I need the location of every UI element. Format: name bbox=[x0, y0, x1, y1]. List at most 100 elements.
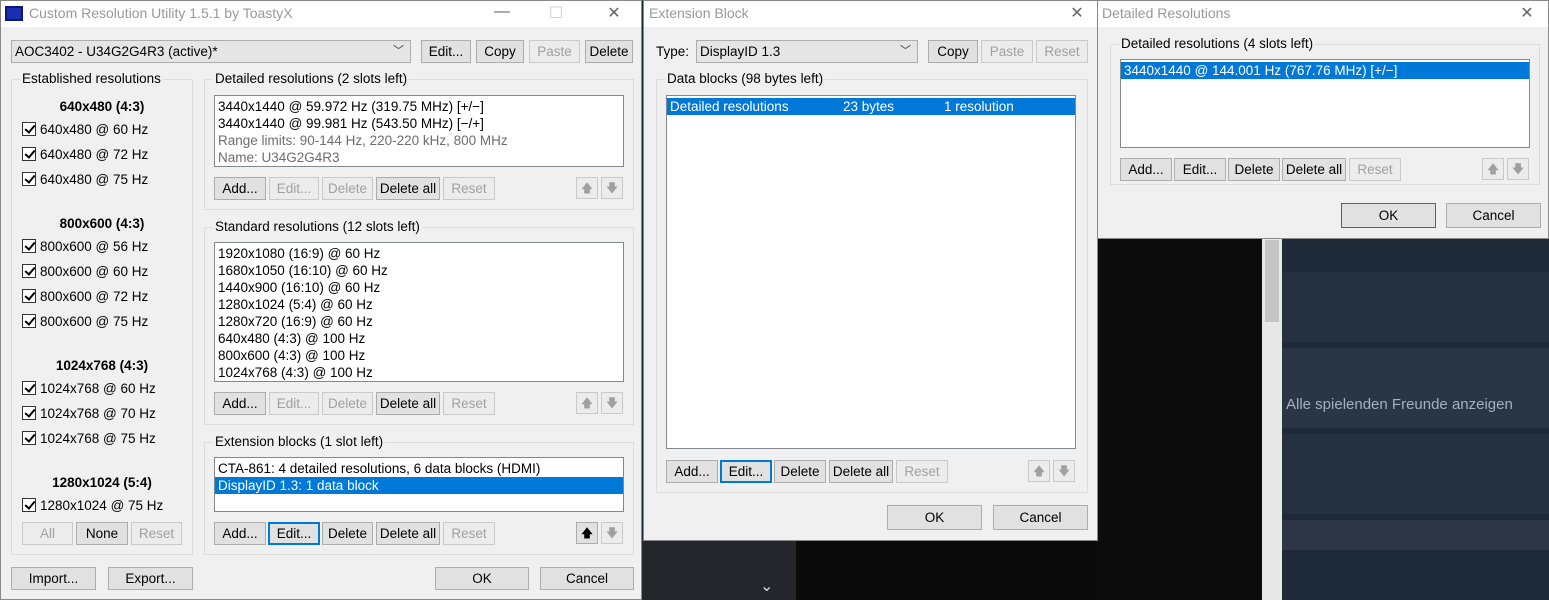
ext-add-button[interactable]: Add... bbox=[666, 460, 718, 483]
close-button[interactable]: ✕ bbox=[1062, 3, 1092, 23]
list-item[interactable]: 800x600 (4:3) @ 100 Hz bbox=[215, 347, 623, 364]
monitor-edit-button[interactable]: Edit... bbox=[421, 40, 471, 63]
monitor-select[interactable]: AOC3402 - U34G2G4R3 (active)* ﹀ bbox=[11, 40, 411, 63]
detailed-resolutions-list[interactable]: 3440x1440 @ 59.972 Hz (319.75 MHz) [+/−]… bbox=[214, 95, 624, 167]
detailed-move-down-button[interactable]: 🡇 bbox=[601, 177, 623, 199]
standard-move-up-button[interactable]: 🡅 bbox=[576, 392, 598, 414]
established-resolution-checkbox[interactable]: 1024x768 @ 70 Hz bbox=[22, 405, 156, 423]
background-scrollbar-thumb[interactable] bbox=[1265, 240, 1279, 322]
checkbox-checked-icon[interactable] bbox=[22, 264, 36, 278]
checkbox-checked-icon[interactable] bbox=[22, 289, 36, 303]
checkbox-checked-icon[interactable] bbox=[22, 239, 36, 253]
det-delete-all-button[interactable]: Delete all bbox=[1282, 158, 1346, 181]
det-add-button[interactable]: Add... bbox=[1120, 158, 1172, 181]
extension-move-up-button[interactable]: 🡅 bbox=[576, 522, 598, 544]
chevron-down-icon[interactable]: ⌄ bbox=[760, 576, 773, 596]
extension-delete-button[interactable]: Delete bbox=[322, 522, 373, 545]
ext-edit-button[interactable]: Edit... bbox=[720, 460, 772, 483]
established-resolution-checkbox[interactable]: 800x600 @ 75 Hz bbox=[22, 313, 148, 331]
established-resolution-checkbox[interactable]: 800x600 @ 72 Hz bbox=[22, 288, 148, 306]
checkbox-checked-icon[interactable] bbox=[22, 172, 36, 186]
established-reset-button[interactable]: Reset bbox=[131, 522, 182, 545]
detailed-add-button[interactable]: Add... bbox=[214, 177, 266, 200]
close-button[interactable]: ✕ bbox=[599, 3, 629, 23]
list-item-selected[interactable]: 3440x1440 @ 144.001 Hz (767.76 MHz) [+/−… bbox=[1121, 62, 1529, 79]
standard-reset-button[interactable]: Reset bbox=[443, 392, 495, 415]
established-resolution-checkbox[interactable]: 640x480 @ 60 Hz bbox=[22, 121, 148, 139]
extension-delete-all-button[interactable]: Delete all bbox=[376, 522, 440, 545]
checkbox-checked-icon[interactable] bbox=[22, 431, 36, 445]
detailed-delete-all-button[interactable]: Delete all bbox=[376, 177, 440, 200]
standard-add-button[interactable]: Add... bbox=[214, 392, 266, 415]
det-detailed-resolutions-list[interactable]: 3440x1440 @ 144.001 Hz (767.76 MHz) [+/−… bbox=[1120, 59, 1530, 148]
detailed-edit-button[interactable]: Edit... bbox=[269, 177, 319, 200]
ext-paste-button[interactable]: Paste bbox=[981, 40, 1033, 63]
det-delete-button[interactable]: Delete bbox=[1228, 158, 1280, 181]
extension-move-down-button[interactable]: 🡇 bbox=[601, 522, 623, 544]
list-item[interactable]: 3440x1440 @ 59.972 Hz (319.75 MHz) [+/−] bbox=[215, 98, 623, 115]
ext-delete-all-button[interactable]: Delete all bbox=[829, 460, 893, 483]
checkbox-checked-icon[interactable] bbox=[22, 498, 36, 512]
det-move-down-button[interactable]: 🡇 bbox=[1507, 158, 1529, 180]
monitor-copy-button[interactable]: Copy bbox=[476, 40, 524, 63]
minimize-button[interactable]: — bbox=[487, 3, 517, 23]
checkbox-checked-icon[interactable] bbox=[22, 314, 36, 328]
extension-add-button[interactable]: Add... bbox=[214, 522, 266, 545]
det-edit-button[interactable]: Edit... bbox=[1174, 158, 1226, 181]
list-item[interactable]: 1280x720 (16:9) @ 60 Hz bbox=[215, 313, 623, 330]
list-item[interactable]: 1280x1024 (5:4) @ 60 Hz bbox=[215, 296, 623, 313]
established-resolution-checkbox[interactable]: 800x600 @ 56 Hz bbox=[22, 238, 148, 256]
checkbox-checked-icon[interactable] bbox=[22, 122, 36, 136]
standard-delete-all-button[interactable]: Delete all bbox=[376, 392, 440, 415]
export-button[interactable]: Export... bbox=[108, 567, 193, 590]
list-item-range-limits[interactable]: Range limits: 90-144 Hz, 220-220 kHz, 80… bbox=[215, 132, 623, 149]
ext-cancel-button[interactable]: Cancel bbox=[993, 505, 1088, 530]
show-all-playing-friends-link[interactable]: Alle spielenden Freunde anzeigen bbox=[1286, 396, 1513, 413]
checkbox-checked-icon[interactable] bbox=[22, 381, 36, 395]
standard-delete-button[interactable]: Delete bbox=[322, 392, 373, 415]
ext-move-up-button[interactable]: 🡅 bbox=[1028, 460, 1050, 482]
ext-move-down-button[interactable]: 🡇 bbox=[1053, 460, 1075, 482]
maximize-button[interactable]: ☐ bbox=[541, 3, 571, 23]
ok-button[interactable]: OK bbox=[435, 567, 529, 590]
list-item-selected[interactable]: DisplayID 1.3: 1 data block bbox=[215, 477, 623, 494]
detailed-reset-button[interactable]: Reset bbox=[443, 177, 495, 200]
data-block-row[interactable]: Detailed resolutions 23 bytes 1 resoluti… bbox=[667, 98, 1075, 115]
det-move-up-button[interactable]: 🡅 bbox=[1482, 158, 1504, 180]
ext-list-reset-button[interactable]: Reset bbox=[896, 460, 948, 483]
det-cancel-button[interactable]: Cancel bbox=[1446, 203, 1541, 228]
ext-delete-button[interactable]: Delete bbox=[774, 460, 826, 483]
det-ok-button[interactable]: OK bbox=[1341, 203, 1436, 228]
ext-ok-button[interactable]: OK bbox=[887, 505, 982, 530]
checkbox-checked-icon[interactable] bbox=[22, 147, 36, 161]
ext-copy-button[interactable]: Copy bbox=[928, 40, 978, 63]
select-none-button[interactable]: None bbox=[76, 522, 128, 545]
type-select[interactable]: DisplayID 1.3 ﹀ bbox=[696, 40, 918, 63]
detailed-move-up-button[interactable]: 🡅 bbox=[576, 177, 598, 199]
established-resolution-checkbox[interactable]: 1024x768 @ 75 Hz bbox=[22, 430, 156, 448]
established-resolution-checkbox[interactable]: 640x480 @ 72 Hz bbox=[22, 146, 148, 164]
extension-edit-button[interactable]: Edit... bbox=[268, 522, 320, 545]
list-item[interactable]: 3440x1440 @ 99.981 Hz (543.50 MHz) [−/+] bbox=[215, 115, 623, 132]
established-resolution-checkbox[interactable]: 1280x1024 @ 75 Hz bbox=[22, 497, 163, 515]
list-item[interactable]: 1024x768 (4:3) @ 100 Hz bbox=[215, 364, 623, 381]
monitor-paste-button[interactable]: Paste bbox=[529, 40, 580, 63]
list-item[interactable]: 1920x1080 (16:9) @ 60 Hz bbox=[215, 245, 623, 262]
extension-blocks-list[interactable]: CTA-861: 4 detailed resolutions, 6 data … bbox=[214, 457, 624, 512]
list-item[interactable]: 1680x1050 (16:10) @ 60 Hz bbox=[215, 262, 623, 279]
established-resolution-checkbox[interactable]: 1024x768 @ 60 Hz bbox=[22, 380, 156, 398]
cancel-button[interactable]: Cancel bbox=[540, 567, 634, 590]
standard-edit-button[interactable]: Edit... bbox=[269, 392, 319, 415]
established-resolution-checkbox[interactable]: 640x480 @ 75 Hz bbox=[22, 171, 148, 189]
close-button[interactable]: ✕ bbox=[1512, 3, 1542, 23]
ext-reset-button[interactable]: Reset bbox=[1036, 40, 1088, 63]
standard-resolutions-list[interactable]: 1920x1080 (16:9) @ 60 Hz 1680x1050 (16:10… bbox=[214, 242, 624, 382]
list-item-name[interactable]: Name: U34G2G4R3 bbox=[215, 149, 623, 166]
detailed-delete-button[interactable]: Delete bbox=[322, 177, 373, 200]
standard-move-down-button[interactable]: 🡇 bbox=[601, 392, 623, 414]
checkbox-checked-icon[interactable] bbox=[22, 406, 36, 420]
list-item[interactable]: 1440x900 (16:10) @ 60 Hz bbox=[215, 279, 623, 296]
import-button[interactable]: Import... bbox=[11, 567, 96, 590]
data-blocks-list[interactable]: Detailed resolutions 23 bytes 1 resoluti… bbox=[666, 95, 1076, 449]
list-item[interactable]: CTA-861: 4 detailed resolutions, 6 data … bbox=[215, 460, 623, 477]
